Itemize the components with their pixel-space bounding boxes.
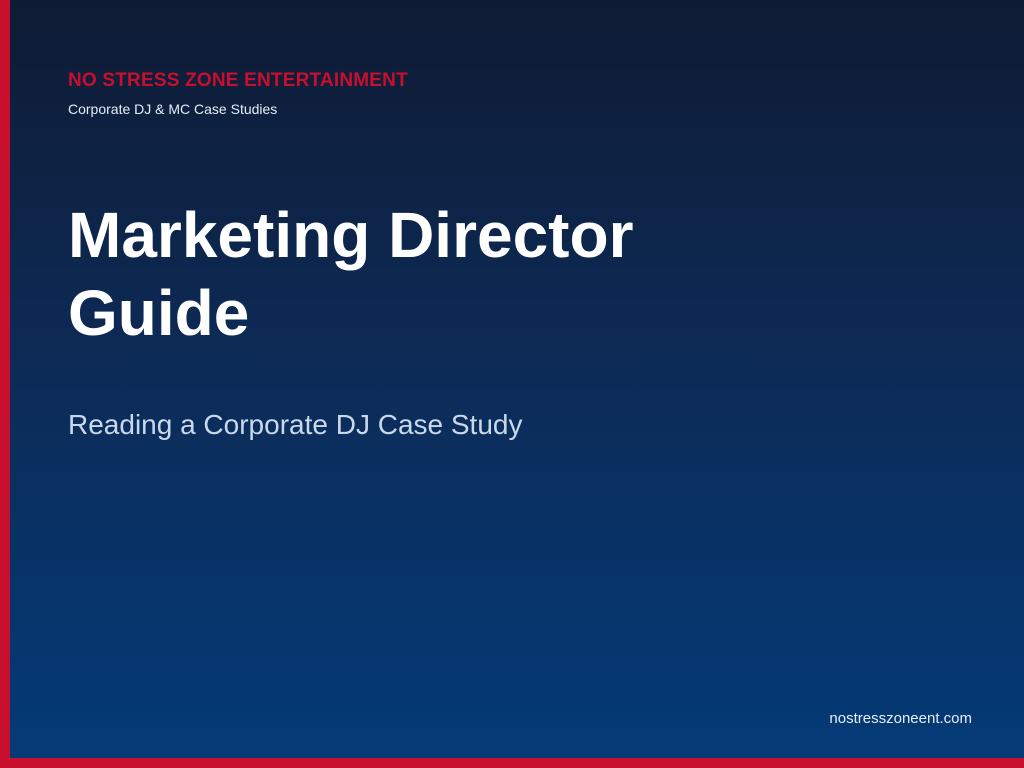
slide-title: Marketing Director Guide [68, 196, 868, 352]
left-accent-bar [0, 0, 10, 768]
slide-title-line-1: Marketing Director [68, 199, 634, 271]
slide-subtitle: Reading a Corporate DJ Case Study [68, 409, 523, 440]
slide-title-line-2: Guide [68, 277, 250, 349]
website-url: nostresszoneent.com [829, 710, 972, 727]
brand-name: NO STRESS ZONE ENTERTAINMENT [68, 70, 408, 91]
presentation-slide: NO STRESS ZONE ENTERTAINMENT Corporate D… [0, 0, 1024, 768]
bottom-accent-bar [0, 758, 1024, 768]
brand-tagline: Corporate DJ & MC Case Studies [68, 101, 278, 117]
